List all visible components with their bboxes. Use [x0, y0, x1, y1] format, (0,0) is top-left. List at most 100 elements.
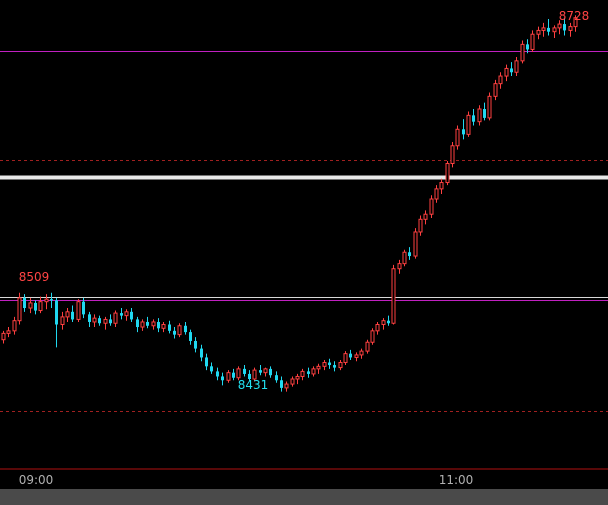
candle-body — [413, 231, 418, 257]
candle-body — [82, 301, 85, 315]
candle-body — [157, 321, 160, 329]
candle-body — [200, 348, 203, 358]
candle-body — [504, 67, 509, 77]
candle-body — [349, 353, 352, 358]
candle-body — [333, 365, 336, 368]
candle-body — [168, 324, 171, 331]
candle-body — [65, 311, 70, 318]
candle-body — [263, 368, 268, 374]
candle-body — [387, 320, 390, 324]
candle-body — [34, 302, 37, 311]
candle-body — [359, 350, 364, 356]
candle-body — [462, 129, 465, 135]
candle-body — [375, 323, 380, 332]
candle-body — [130, 311, 133, 320]
candle-body — [28, 302, 33, 309]
candle-body — [275, 375, 278, 381]
candle-body — [109, 319, 112, 324]
time-label-1100: 11:00 — [439, 473, 474, 487]
candle-body — [177, 325, 182, 336]
candle-body — [295, 375, 300, 380]
candle-body — [184, 325, 187, 333]
candle-body — [17, 297, 22, 322]
candle-body — [423, 213, 428, 220]
candle-body — [328, 362, 331, 366]
candle-body — [536, 29, 541, 35]
candle-body — [76, 301, 81, 320]
candle-body — [455, 128, 460, 147]
candle-body — [88, 314, 91, 322]
candle-body — [50, 299, 53, 301]
early-high-label: 8509 — [19, 270, 50, 284]
candle-body — [322, 362, 327, 367]
candle-body — [161, 323, 166, 329]
candle-body — [210, 366, 213, 372]
candle-body — [280, 380, 283, 388]
candle-body — [124, 311, 129, 317]
candle-body — [146, 321, 149, 326]
candle-body — [23, 297, 26, 309]
candlestick-chart: 8728 8509 8431 09:00 11:00 — [0, 0, 608, 505]
candle-body — [284, 383, 289, 389]
candle-body — [568, 26, 573, 31]
candle-body — [216, 371, 219, 377]
candle-body — [259, 370, 262, 373]
candle-body — [520, 43, 525, 62]
candle-body — [429, 198, 434, 215]
candle-body — [71, 311, 74, 320]
low-label: 8431 — [238, 378, 269, 392]
candle-body — [44, 298, 49, 303]
candle-body — [98, 318, 101, 324]
candle-body — [189, 332, 192, 341]
candle-body — [487, 95, 492, 119]
candle-body — [547, 27, 550, 32]
candle-body — [290, 378, 295, 385]
candle-body — [370, 330, 375, 343]
candle-body — [493, 83, 498, 97]
candle-body — [205, 357, 208, 367]
candle-body — [236, 368, 241, 379]
candle-body — [397, 263, 402, 270]
candle-body — [434, 188, 439, 200]
candle-body — [221, 376, 224, 381]
candle-body — [226, 372, 231, 381]
candle-body — [530, 33, 535, 50]
candle-body — [232, 372, 235, 378]
candle-body — [477, 108, 482, 123]
candle-body — [514, 60, 519, 73]
candle-body — [1, 332, 6, 341]
candle-body — [418, 218, 423, 233]
candle-body — [541, 27, 546, 31]
candle-body — [38, 301, 43, 312]
scrollbar[interactable] — [0, 489, 608, 505]
candle-body — [113, 312, 118, 324]
time-label-0900: 09:00 — [19, 473, 54, 487]
candle-body — [12, 320, 17, 332]
candle-body — [316, 365, 321, 370]
candle-body — [343, 353, 348, 364]
candle-body — [136, 319, 139, 328]
candle-body — [445, 163, 450, 184]
candle-body — [151, 321, 156, 327]
reference-levels — [0, 51, 608, 412]
candle-body — [526, 44, 529, 50]
candle-body — [311, 368, 316, 375]
candle-body — [557, 23, 562, 29]
candle-body — [381, 320, 386, 325]
candle-body — [498, 75, 503, 85]
candle-body — [243, 368, 246, 374]
candle-body — [391, 268, 396, 324]
candle-body — [466, 114, 471, 135]
candle-body — [60, 316, 65, 325]
candle-body — [338, 362, 343, 369]
candle-body — [173, 330, 176, 335]
candle-body — [402, 251, 407, 265]
candle-body — [120, 313, 123, 316]
candle-body — [483, 109, 486, 118]
candle-body — [103, 318, 108, 324]
candle-body — [552, 27, 557, 33]
chart-canvas: 8728 8509 8431 09:00 11:00 — [0, 9, 608, 487]
candle-body — [439, 182, 444, 190]
candle-body — [365, 341, 370, 352]
high-label: 8728 — [559, 9, 590, 23]
